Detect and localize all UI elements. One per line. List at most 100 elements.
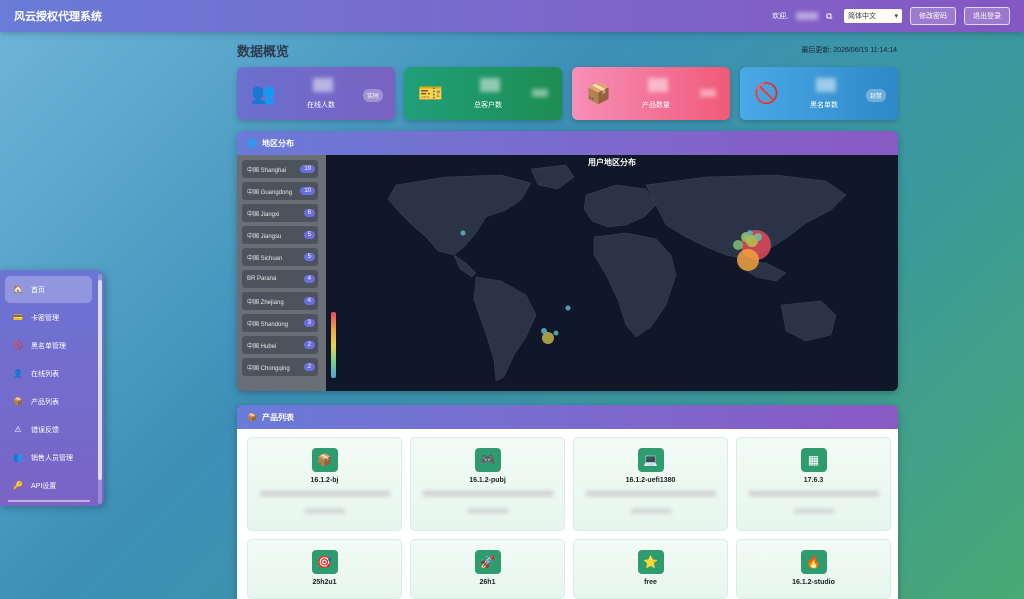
welcome-text: 欢迎, — [772, 13, 788, 20]
product-panel: 📦 产品列表 📦 16.1.2-bj 🎮 16.1.2-pubj 💻 16.1.2-uef… — [237, 405, 898, 599]
data-point-shandong — [747, 230, 753, 236]
sidebar-item-6[interactable]: 👥 销售人员管理 — [5, 444, 92, 471]
product-panel-title: 产品列表 — [261, 412, 294, 422]
stat-label: 黑名单数 — [810, 102, 838, 109]
region-name: 中国 Shandong — [247, 321, 289, 328]
language-select[interactable]: 简体中文 ▾ — [844, 9, 902, 23]
product-description-blurred — [585, 491, 716, 496]
stat-value-blurred — [816, 78, 836, 92]
ticket-icon: 🎫 — [418, 83, 443, 105]
region-name: 中国 Jiangxi — [247, 211, 280, 218]
stat-badge: 封禁 — [865, 89, 886, 102]
sidebar-item-label: 错误反馈 — [31, 426, 59, 434]
sidebar-item-4[interactable]: 📦 产品列表 — [5, 388, 92, 415]
product-card[interactable]: 📦 16.1.2-bj — [247, 437, 402, 531]
sidebar-item-label: 销售人员管理 — [31, 454, 73, 462]
product-name: 16.1.2-uefi1380 — [625, 477, 676, 484]
world-map-svg — [387, 164, 847, 382]
europe-landmass — [583, 184, 657, 228]
product-card[interactable]: 🔥 16.1.2-studio — [736, 539, 891, 599]
logout-button[interactable]: 退出登录 — [964, 7, 1010, 25]
stat-label: 总客户数 — [474, 102, 502, 109]
stat-card-1[interactable]: 🎫 总客户数 — [404, 67, 562, 120]
stat-badge-blurred — [700, 89, 716, 97]
stat-value-blurred — [480, 78, 500, 92]
region-name: 中国 Guangdong — [247, 189, 293, 196]
region-panel: 🌐 地区分布 中国 Shanghai 19 中国 Guangdong 10 中国 Jia… — [237, 131, 898, 391]
sidebar-item-label: 卡密管理 — [31, 314, 59, 322]
region-list[interactable]: 中国 Shanghai 19 中国 Guangdong 10 中国 Jiangxi 6 中国… — [237, 155, 326, 391]
region-list-item[interactable]: 中国 Sichuan 5 — [242, 248, 318, 266]
sidebar-item-7[interactable]: 🔑 API设置 — [5, 472, 92, 499]
south-america-landmass — [473, 276, 537, 382]
stat-card-3[interactable]: 🚫 黑名单数 封禁 — [740, 67, 898, 120]
last-update-time: 最后更新: 2026/06/15 11:14:14 — [801, 47, 897, 54]
region-list-item[interactable]: 中国 Shanghai 19 — [242, 160, 318, 178]
product-icon: 📦 — [311, 448, 338, 472]
product-card[interactable]: 🚀 26h1 — [410, 539, 565, 599]
sidebar-item-5[interactable]: ⚠ 错误反馈 — [5, 416, 92, 443]
change-password-button[interactable]: 修改密码 — [910, 7, 956, 25]
product-name: 16.1.2-bj — [310, 477, 339, 484]
product-name: 17.6.3 — [803, 477, 824, 484]
data-point-sichuan — [733, 240, 743, 250]
region-list-item[interactable]: 中国 Guangdong 10 — [242, 182, 318, 200]
stat-value-blurred — [313, 78, 333, 92]
sidebar-item-label: 首页 — [31, 286, 45, 294]
region-panel-header: 🌐 地区分布 — [237, 131, 898, 155]
sidebar-scroll-thumb[interactable] — [98, 280, 102, 480]
box-icon: 📦 — [13, 397, 23, 406]
map-legend-bar[interactable] — [331, 312, 336, 378]
stat-badge: 实时 — [362, 89, 383, 102]
sidebar-item-label: 产品列表 — [31, 398, 59, 406]
user-icon: 👤 — [13, 369, 23, 378]
data-point-brazil-4 — [565, 305, 571, 311]
box-icon: 📦 — [247, 412, 257, 422]
product-icon: 🎯 — [311, 550, 338, 574]
region-count-badge: 10 — [300, 187, 315, 195]
sidebar-item-3[interactable]: 👤 在线列表 — [5, 360, 92, 387]
product-name: 16.1.2-pubj — [469, 477, 506, 484]
product-meta-blurred — [304, 509, 345, 513]
translate-icon: ⧉ — [826, 11, 833, 21]
stat-card-0[interactable]: 👥 在线人数 实时 — [237, 67, 395, 120]
product-icon: 🔥 — [800, 550, 827, 574]
product-card[interactable]: ▦ 17.6.3 — [736, 437, 891, 531]
sidebar-item-label: 黑名单管理 — [31, 342, 66, 350]
region-list-item[interactable]: 中国 Hubei 2 — [242, 336, 318, 354]
page-title: 数据概览 — [237, 44, 290, 59]
sidebar-item-1[interactable]: 💳 卡密管理 — [5, 304, 92, 331]
product-card[interactable]: 💻 16.1.2-uefi1380 — [573, 437, 728, 531]
top-header: 风云授权代理系统 欢迎, ⧉ 简体中文 ▾ 修改密码 退出登录 — [0, 0, 1024, 32]
region-list-item[interactable]: 中国 Jiangxi 6 — [242, 204, 318, 222]
stat-value-blurred — [648, 78, 668, 92]
region-name: 中国 Jiangsu — [247, 233, 282, 240]
data-point-usa-west — [460, 230, 466, 236]
region-list-item[interactable]: BR Paraná 4 — [242, 270, 318, 288]
product-description-blurred — [748, 491, 879, 496]
app-title: 风云授权代理系统 — [14, 11, 102, 23]
world-map[interactable]: 用户地区分布 — [326, 155, 898, 391]
product-panel-header: 📦 产品列表 — [237, 405, 898, 429]
stat-card-2[interactable]: 📦 产品数量 — [572, 67, 730, 120]
region-count-badge: 2 — [303, 341, 315, 349]
product-card[interactable]: 🎮 16.1.2-pubj — [410, 437, 565, 531]
region-list-item[interactable]: 中国 Jiangsu 5 — [242, 226, 318, 244]
region-count-badge: 3 — [303, 319, 315, 327]
data-point-brazil-2 — [541, 328, 547, 334]
region-panel-title: 地区分布 — [261, 138, 294, 148]
sidebar-item-label: API设置 — [31, 482, 57, 490]
product-meta-blurred — [467, 509, 508, 513]
data-point-brazil-3 — [553, 330, 559, 336]
region-list-item[interactable]: 中国 Zhejiang 4 — [242, 292, 318, 310]
product-card[interactable]: 🎯 25h2u1 — [247, 539, 402, 599]
australia-landmass — [780, 300, 837, 342]
region-list-item[interactable]: 中国 Shandong 3 — [242, 314, 318, 332]
sidebar-item-2[interactable]: 🚫 黑名单管理 — [5, 332, 92, 359]
package-icon: 📦 — [586, 83, 611, 105]
region-list-item[interactable]: 中国 Chongqing 2 — [242, 358, 318, 376]
sidebar-item-0[interactable]: 🏠 首页 — [5, 276, 92, 303]
product-card[interactable]: ⭐ free — [573, 539, 728, 599]
chevron-down-icon: ▾ — [894, 13, 898, 20]
globe-icon: 🌐 — [247, 138, 257, 148]
